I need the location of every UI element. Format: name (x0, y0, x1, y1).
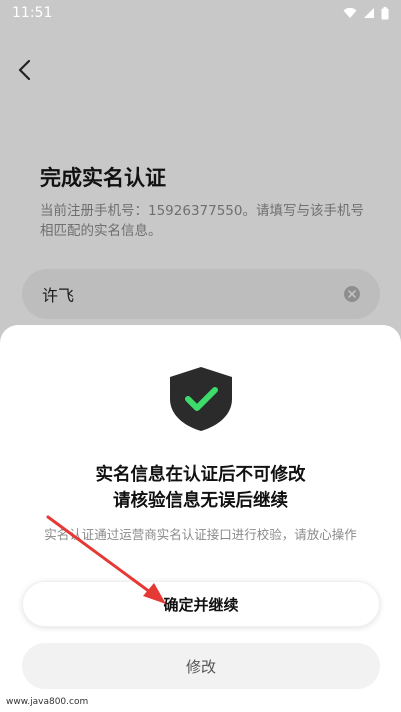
back-button[interactable] (10, 56, 38, 84)
wifi-icon (343, 7, 357, 18)
status-icons (343, 6, 389, 20)
sheet-title-line-2: 请核验信息无误后继续 (113, 491, 288, 511)
name-field[interactable]: 许飞 (22, 269, 380, 319)
close-icon (348, 290, 356, 298)
status-bar: 11:51 (0, 0, 401, 26)
sheet-title-line-1: 实名信息在认证后不可修改 (95, 465, 306, 485)
modify-button[interactable]: 修改 (22, 643, 380, 689)
clear-button[interactable] (344, 286, 360, 302)
status-time: 11:51 (12, 5, 53, 21)
page-description: 当前注册手机号：15926377550。请填写与该手机号相匹配的实名信息。 (40, 203, 364, 239)
page-title: 完成实名认证 (40, 166, 166, 190)
signal-icon (364, 8, 374, 18)
battery-icon (381, 6, 389, 19)
chevron-left-icon (18, 59, 31, 81)
shield-check-icon (170, 367, 232, 431)
confirm-bottom-sheet: 实名信息在认证后不可修改 请核验信息无误后继续 实名认证通过运营商实名认证接口进… (0, 325, 401, 712)
confirm-continue-button[interactable]: 确定并继续 (22, 581, 380, 627)
sheet-note: 实名认证通过运营商实名认证接口进行校验，请放心操作 (44, 527, 357, 542)
name-value: 许飞 (42, 286, 75, 305)
sheet-title: 实名信息在认证后不可修改 请核验信息无误后继续 (0, 462, 401, 514)
watermark: www.java800.com (0, 692, 95, 712)
